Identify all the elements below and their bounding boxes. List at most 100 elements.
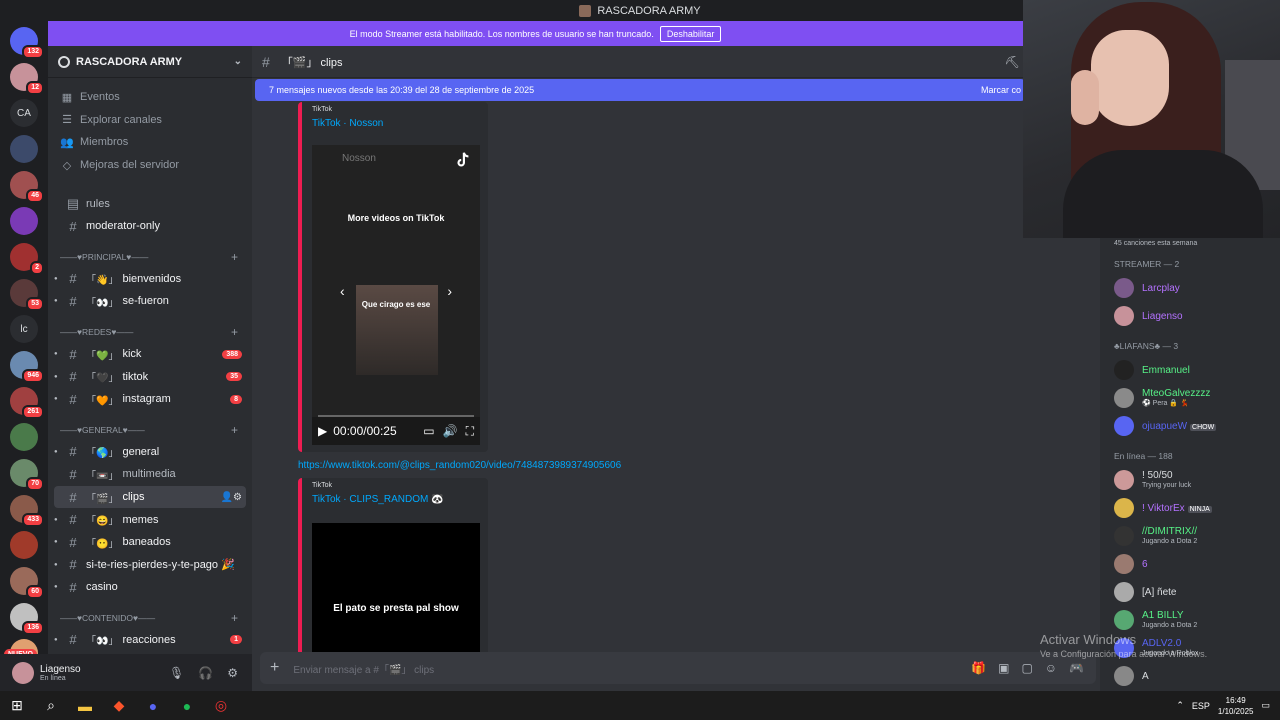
member-row[interactable]: Emmanuel [1100,356,1280,384]
brave-browser-icon[interactable]: ◆ [102,691,136,720]
server-icon[interactable]: 946 [10,351,44,383]
category-redes[interactable]: ——♥REDES♥—— + [48,321,252,343]
member-row[interactable]: Larcplay [1100,274,1280,302]
emoji-icon[interactable]: ☺ [1045,661,1057,675]
message-input-placeholder[interactable]: Enviar mensaje a #「🎬」 clips [293,661,434,676]
gif-icon[interactable]: ▣ [998,661,1009,675]
server-icon[interactable]: 60 [10,567,44,599]
add-channel-icon[interactable]: + [231,611,238,625]
message-composer[interactable]: + Enviar mensaje a #「🎬」 clips 🎁 ▣ ▢ ☺ 🎮 [260,652,1096,684]
video-player[interactable]: Nosson More videos on TikTok Que cirago … [312,145,480,445]
channel-moderator-only[interactable]: # moderator-only [54,215,246,238]
discord-icon[interactable]: ● [136,691,170,720]
server-icon[interactable]: 433 [10,495,44,527]
embed-title-link[interactable]: TikTok · CLIPS_RANDOM 🐼 [302,489,488,505]
microphone-icon[interactable]: 🎙 [169,666,184,680]
chevron-left-icon[interactable]: ‹ [340,283,345,299]
server-icon[interactable]: 136 [10,603,44,635]
avatar[interactable] [12,661,34,684]
channel-kick[interactable]: ● # 「💚」 kick 388 [54,343,246,366]
badge: 261 [22,405,44,419]
add-channel-icon[interactable]: + [231,250,238,264]
server-icon[interactable]: 46 [10,171,44,203]
add-channel-icon[interactable]: + [231,325,238,339]
channel-baneados[interactable]: ● # 「😶」 baneados [54,531,246,554]
language-indicator[interactable]: ESP [1192,701,1210,711]
obs-icon[interactable]: ◎ [204,691,238,720]
member-row[interactable]: MteoGalvezzzz ⚽ Pera 🔒 💃 [1100,384,1280,412]
nav-server-boosts[interactable]: ◇ Mejoras del servidor [48,154,252,177]
nav-members[interactable]: 👥 Miembros [48,131,252,154]
channel-multimedia[interactable]: # 「📼」 multimedia [54,463,246,486]
member-row[interactable]: [A] ñete [1100,578,1280,606]
member-row[interactable]: A [1100,662,1280,690]
guild-header[interactable]: RASCADORA ARMY ⌄ [48,46,252,78]
direct-messages-icon[interactable]: 132 [10,27,44,59]
channel-instagram[interactable]: ● # 「🧡」 instagram 8 [54,388,246,411]
server-icon[interactable]: lc [10,315,38,343]
server-icon[interactable]: CA [10,99,38,127]
new-messages-bar[interactable]: 7 mensajes nuevos desde las 20:39 del 28… [255,79,1025,101]
server-icon[interactable]: 2 [10,243,44,275]
notifications-icon[interactable]: ▭ [1261,700,1270,711]
nav-browse-channels[interactable]: ☰ Explorar canales [48,109,252,132]
mark-as-read-button[interactable]: Marcar co [981,85,1021,95]
category-general[interactable]: ——♥GENERAL♥—— + [48,419,252,441]
member-row[interactable]: Liagenso [1100,302,1280,330]
chevron-right-icon[interactable]: › [447,283,452,299]
category-contenido[interactable]: ——♥CONTENIDO♥—— + [48,607,252,629]
spotify-icon[interactable]: ● [170,691,204,720]
video-player[interactable]: El pato se presta pal show [312,523,480,658]
search-icon[interactable]: ⌕ [34,691,68,720]
member-row[interactable]: ! ViktorEx NINJA [1100,494,1280,522]
channel-memes[interactable]: ● # 「😄」 memes [54,508,246,531]
server-icon[interactable] [10,423,38,451]
add-channel-icon[interactable]: + [231,423,238,437]
play-icon[interactable]: ▶ [318,424,327,438]
add-attachment-icon[interactable]: + [270,659,279,677]
channel-general[interactable]: ● # 「🌎」 general [54,441,246,464]
gear-icon[interactable]: ⚙ [227,666,238,680]
channel-clips[interactable]: # 「🎬」 clips 👤⚙ [54,485,246,509]
fullscreen-icon[interactable]: ⛶ [466,424,474,439]
channel-bienvenidos[interactable]: ● # 「👋」 bienvenidos [54,268,246,291]
tray-arrow-icon[interactable]: ⌃ [1176,700,1184,711]
gift-icon[interactable]: 🎁 [971,661,986,675]
server-icon[interactable]: 12 [10,63,44,95]
member-group-label: ♣LIAFANS♣ — 3 [1114,341,1179,351]
disable-streamer-mode-button[interactable]: Deshabilitar [659,25,722,42]
server-icon[interactable] [10,531,38,559]
server-icon[interactable]: 53 [10,279,44,311]
channel-si-te-ries[interactable]: ● # si-te-ries-pierdes-y-te-pago 🎉 [54,554,246,577]
member-row[interactable]: //DIMITRIX//Jugando a Dota 2 [1100,522,1280,550]
member-row[interactable]: ! 50/50 Trying your luck [1100,466,1280,494]
sticker-icon[interactable]: ▢ [1021,661,1032,675]
threads-icon[interactable]: ⛏ [1005,55,1020,69]
category-principal[interactable]: ——♥PRINCIPAL♥—— + [48,246,252,268]
channel-rules[interactable]: ▤ rules [54,192,246,215]
server-icon[interactable] [10,207,38,235]
apps-icon[interactable]: 🎮 [1069,661,1084,675]
channel-reacciones[interactable]: ● # 「👀」 reacciones 1 [54,629,246,652]
channel-settings-icons[interactable]: 👤⚙ [221,492,242,503]
member-row[interactable]: ojuapueW CHOW [1100,412,1280,440]
file-explorer-icon[interactable]: ▬ [68,691,102,720]
server-icon[interactable]: 70 [10,459,44,491]
member-row[interactable]: 6 [1100,550,1280,578]
nav-events[interactable]: ▦ Eventos [48,86,252,109]
captions-icon[interactable]: ▭ [423,424,434,439]
category-label: ——♥PRINCIPAL♥—— [60,251,149,262]
windows-start-icon[interactable]: ⊞ [0,691,34,720]
volume-icon[interactable]: 🔊 [443,424,458,439]
chevron-down-icon[interactable]: ⌄ [234,56,242,67]
member-row[interactable]: A1 BILLY Jugando a Dota 2 [1100,606,1280,634]
server-icon[interactable]: 261 [10,387,44,419]
channel-tiktok[interactable]: ● # 「🖤」 tiktok 35 [54,365,246,388]
headphones-icon[interactable]: 🎧 [198,666,213,680]
clock[interactable]: 16:49 1/10/2025 [1218,695,1254,717]
channel-se-fueron[interactable]: ● # 「👀」 se-fueron [54,290,246,313]
embed-title-link[interactable]: TikTok · Nosson [302,113,488,129]
server-icon[interactable] [10,135,38,163]
channel-casino[interactable]: ● # casino [54,576,246,599]
tiktok-link[interactable]: https://www.tiktok.com/@clips_random020/… [298,460,621,471]
